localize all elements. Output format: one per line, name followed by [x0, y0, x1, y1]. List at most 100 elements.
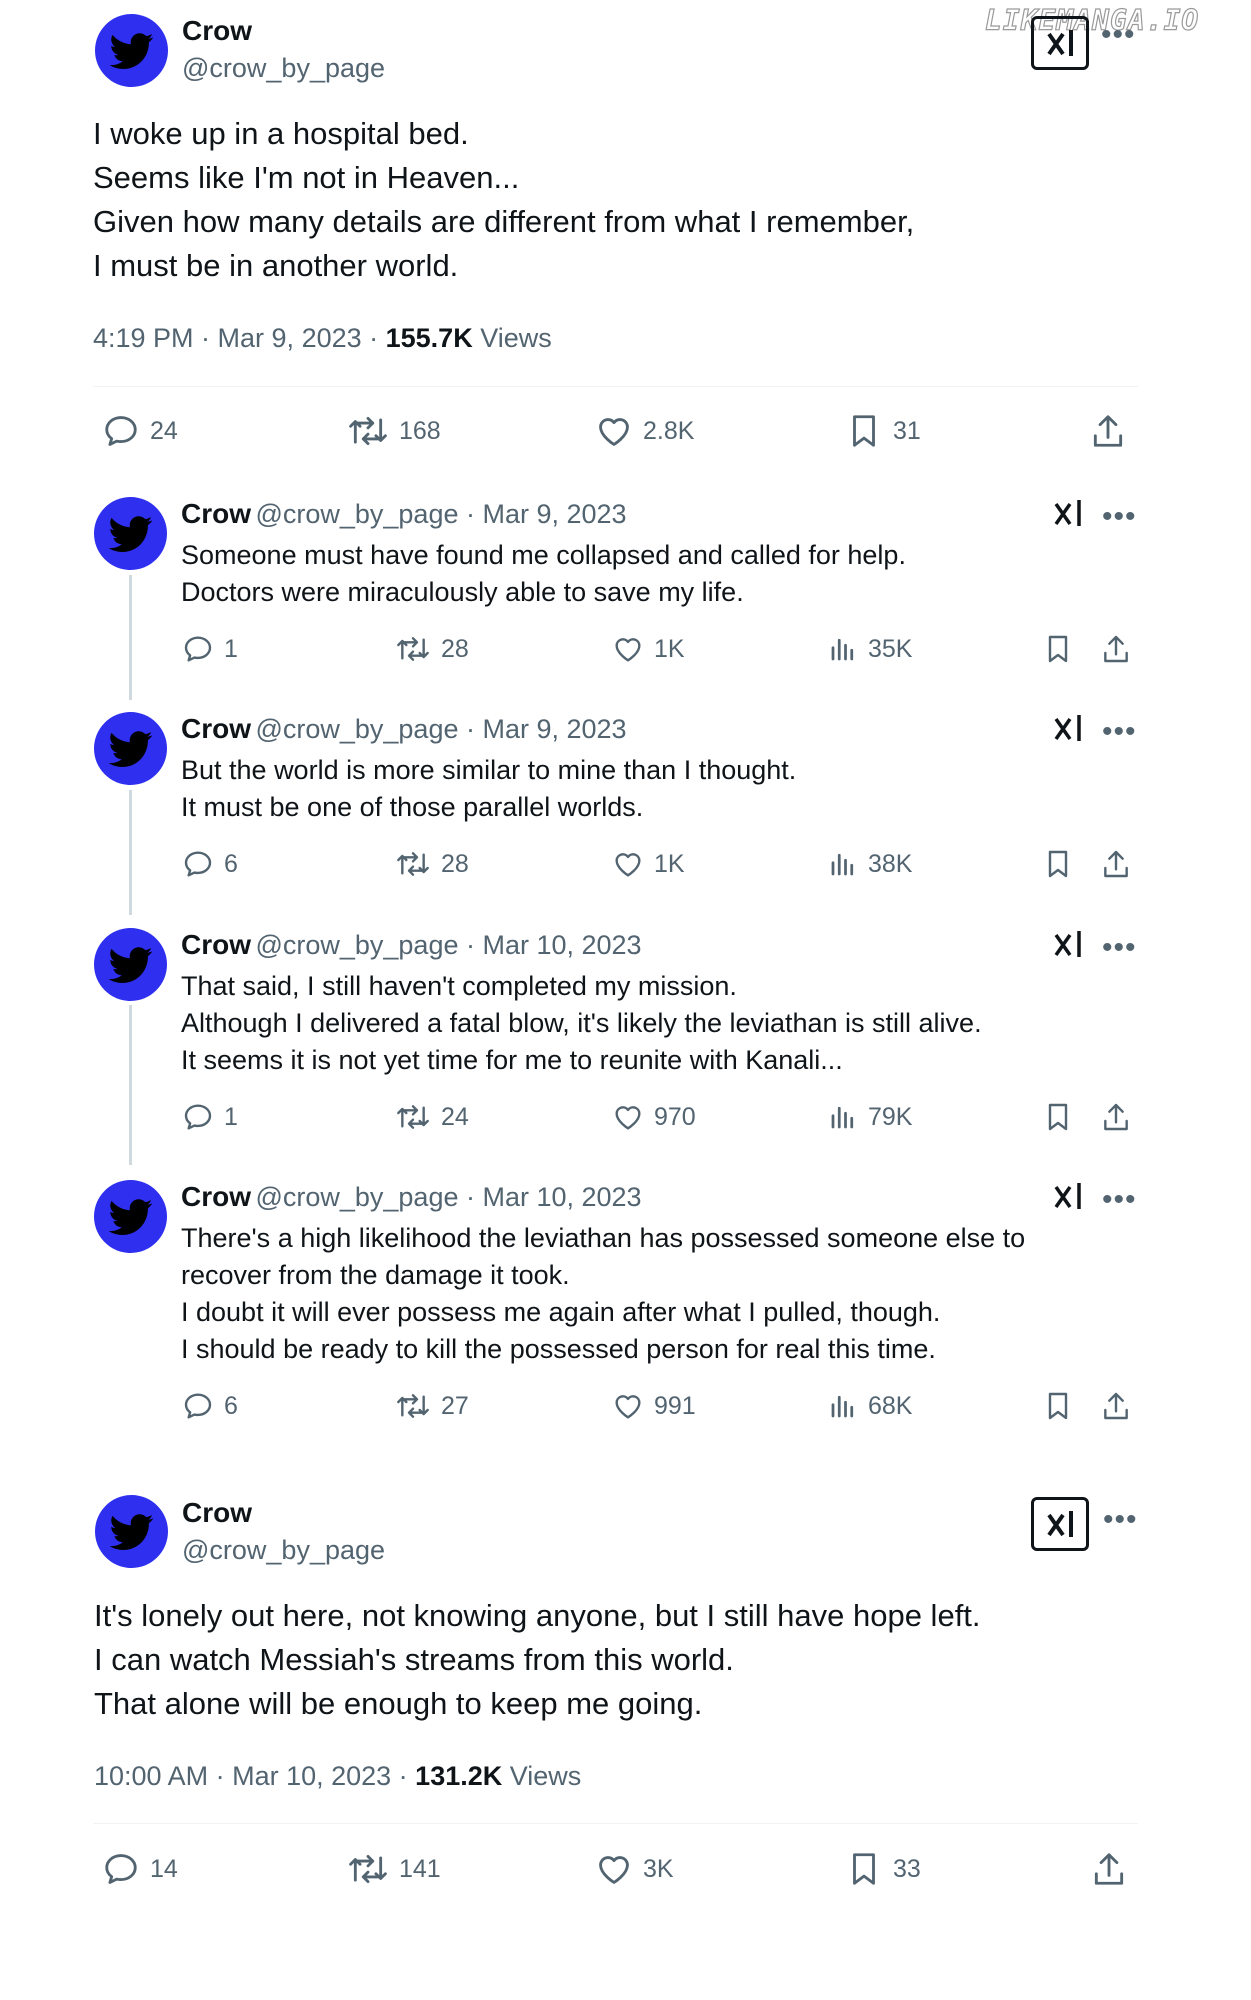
display-name[interactable]: Crow [181, 929, 251, 960]
share-button[interactable] [1089, 412, 1127, 450]
views-button[interactable]: 68K [828, 1390, 912, 1422]
grok-button[interactable] [1052, 711, 1086, 745]
share-button[interactable] [1100, 848, 1132, 880]
like-icon [615, 1395, 641, 1419]
views-button[interactable]: 38K [828, 848, 912, 880]
like-button[interactable]: 3K [595, 1850, 674, 1888]
tweet-text: It's lonely out here, not knowing anyone… [94, 1594, 981, 1726]
reply-header: Crow @crow_by_page · Mar 9, 2023 [181, 713, 627, 745]
share-button[interactable] [1100, 1390, 1132, 1422]
views-icon [831, 638, 854, 661]
reply-button[interactable]: 24 [102, 412, 178, 450]
more-icon[interactable]: ••• [1102, 1185, 1137, 1215]
bookmark-count: 33 [893, 1854, 921, 1883]
share-icon [1094, 1853, 1124, 1885]
display-name[interactable]: Crow [181, 1181, 251, 1212]
like-button[interactable]: 970 [612, 1101, 696, 1133]
bookmark-button[interactable] [1042, 1390, 1074, 1422]
like-button[interactable]: 2.8K [595, 412, 694, 450]
bookmark-button[interactable] [1042, 1101, 1074, 1133]
reply-meta[interactable]: @crow_by_page · Mar 9, 2023 [255, 714, 626, 744]
views-count: 155.7K [385, 323, 473, 353]
like-button[interactable]: 1K [612, 848, 685, 880]
retweet-button[interactable]: 28 [395, 848, 469, 880]
share-button[interactable] [1100, 633, 1132, 665]
retweet-button[interactable]: 141 [347, 1850, 441, 1888]
user-handle[interactable]: @crow_by_page [182, 53, 385, 84]
user-handle[interactable]: @crow_by_page [182, 1535, 385, 1566]
views-button[interactable]: 35K [828, 633, 912, 665]
display-name[interactable]: Crow [182, 15, 252, 47]
reply-button[interactable]: 6 [182, 1390, 238, 1422]
display-name[interactable]: Crow [181, 713, 251, 744]
tweet-line: It seems it is not yet time for me to re… [181, 1045, 843, 1075]
retweet-button[interactable]: 24 [395, 1101, 469, 1133]
more-icon[interactable]: ••• [1102, 717, 1137, 747]
bookmark-button[interactable]: 33 [845, 1850, 921, 1888]
more-icon[interactable]: ••• [1101, 20, 1136, 50]
reply-button[interactable]: 1 [182, 633, 238, 665]
display-name[interactable]: Crow [181, 498, 251, 529]
reply-icon [184, 636, 212, 662]
share-icon [1104, 1103, 1128, 1131]
bookmark-button[interactable] [1042, 848, 1074, 880]
avatar[interactable] [94, 928, 167, 1001]
avatar[interactable] [95, 14, 168, 87]
retweet-button[interactable]: 168 [347, 412, 441, 450]
tweet-line: There's a high likelihood the leviathan … [181, 1223, 1026, 1253]
tweet-line: Someone must have found me collapsed and… [181, 540, 906, 570]
like-button[interactable]: 991 [612, 1390, 696, 1422]
tweet-line: I should be ready to kill the possessed … [181, 1334, 936, 1364]
reply-icon [105, 1854, 137, 1884]
tweet-line: That alone will be enough to keep me goi… [94, 1686, 703, 1721]
reply-icon [105, 416, 137, 446]
grok-button[interactable] [1031, 16, 1089, 70]
watermark: LIKEMANGA.IO [984, 3, 1200, 37]
retweet-button[interactable]: 27 [395, 1390, 469, 1422]
avatar[interactable] [95, 1495, 168, 1568]
more-icon[interactable]: ••• [1102, 502, 1137, 532]
grok-button[interactable] [1052, 927, 1086, 961]
grok-button[interactable] [1052, 496, 1086, 530]
display-name[interactable]: Crow [182, 1497, 252, 1529]
more-icon[interactable]: ••• [1103, 1505, 1138, 1535]
more-icon[interactable]: ••• [1102, 933, 1137, 963]
like-count: 1K [654, 849, 685, 878]
grok-button[interactable] [1031, 1497, 1089, 1551]
views-icon [831, 1106, 854, 1129]
like-count: 970 [654, 1102, 696, 1131]
retweet-button[interactable]: 28 [395, 633, 469, 665]
share-button[interactable] [1100, 1101, 1132, 1133]
reply-meta[interactable]: @crow_by_page · Mar 10, 2023 [255, 1182, 641, 1212]
grok-icon [1054, 715, 1081, 741]
timestamp[interactable]: 10:00 AM · Mar 10, 2023 · [94, 1761, 415, 1791]
bookmark-button[interactable]: 31 [845, 412, 921, 450]
reply-meta[interactable]: @crow_by_page · Mar 9, 2023 [255, 499, 626, 529]
reply-button[interactable]: 14 [102, 1850, 178, 1888]
tweet-line: I can watch Messiah's streams from this … [94, 1642, 734, 1677]
retweet-icon [349, 1854, 387, 1884]
tweet-line: I must be in another world. [93, 248, 459, 283]
tweet-text: I woke up in a hospital bed. Seems like … [93, 112, 914, 288]
retweet-count: 28 [441, 849, 469, 878]
like-count: 991 [654, 1391, 696, 1420]
reply-button[interactable]: 1 [182, 1101, 238, 1133]
avatar[interactable] [94, 712, 167, 785]
bird-icon [108, 730, 152, 767]
views-button[interactable]: 79K [828, 1101, 912, 1133]
reply-count: 1 [224, 1102, 238, 1131]
grok-button[interactable] [1052, 1179, 1086, 1213]
grok-icon [1047, 1511, 1073, 1537]
bird-icon [108, 1198, 152, 1235]
reply-icon [184, 851, 212, 877]
bird-icon [108, 946, 152, 983]
like-button[interactable]: 1K [612, 633, 685, 665]
avatar[interactable] [94, 497, 167, 570]
reply-button[interactable]: 6 [182, 848, 238, 880]
avatar[interactable] [94, 1180, 167, 1253]
reply-meta[interactable]: @crow_by_page · Mar 10, 2023 [255, 930, 641, 960]
share-button[interactable] [1090, 1850, 1128, 1888]
views-count: 38K [868, 849, 913, 878]
bookmark-button[interactable] [1042, 633, 1074, 665]
timestamp[interactable]: 4:19 PM · Mar 9, 2023 · [93, 323, 386, 353]
